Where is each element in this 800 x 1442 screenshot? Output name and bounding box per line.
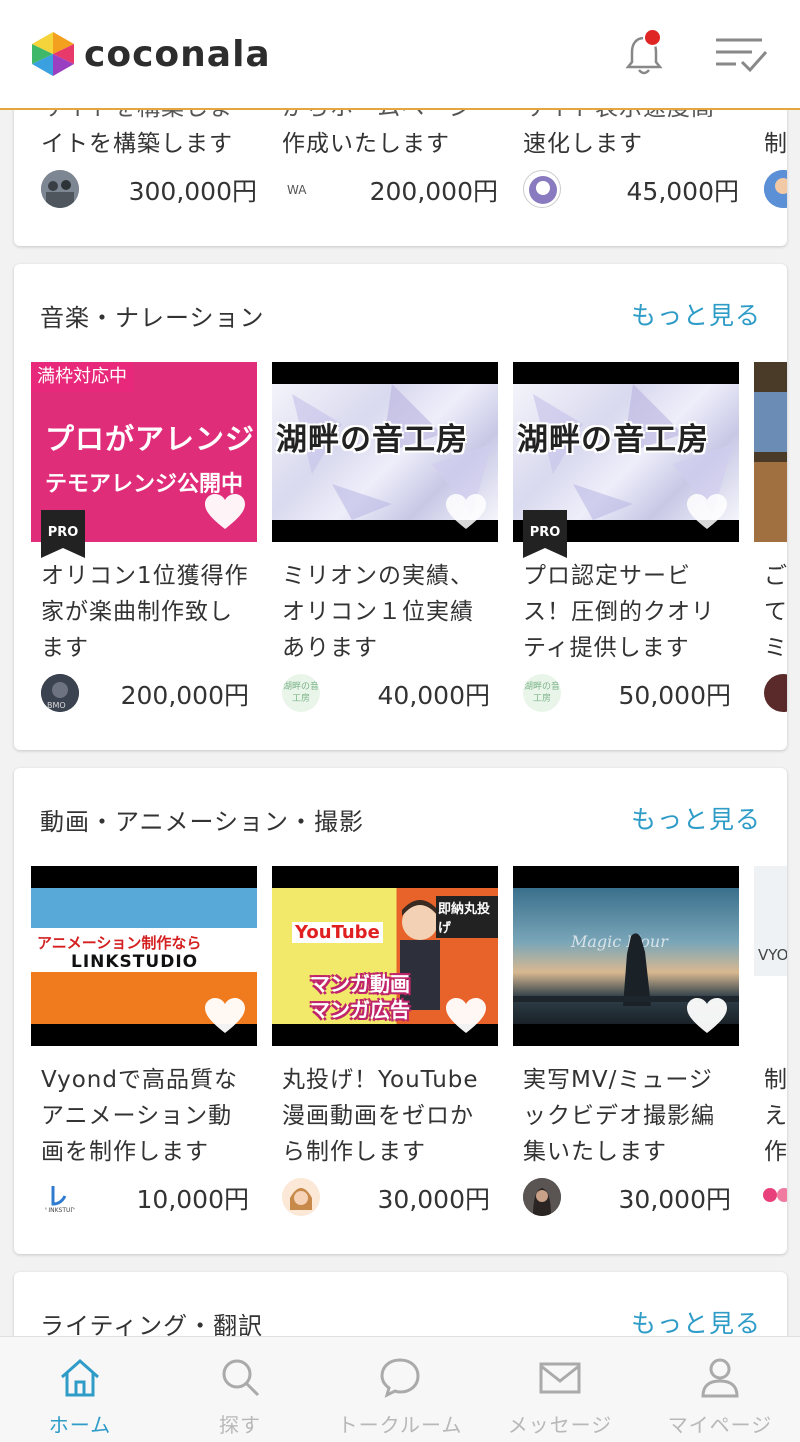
item-title: ミリオンの実績、オリコン１位実績あります [282,563,474,661]
item-title: オリコン1位獲得作家が楽曲制作致します [41,563,249,661]
item-price: 50,000円 [618,681,731,710]
youtube-logo-text: YouTube [292,922,383,943]
nav-talkroom[interactable]: トークルーム [320,1337,480,1442]
svg-text:PRO: PRO [530,525,561,540]
section-title: 音楽・ナレーション [40,304,265,332]
see-more-link[interactable]: もっと見る [631,296,761,332]
task-list-icon[interactable] [712,32,768,76]
thumbnail-headline: プロがアレンジ [45,422,256,456]
service-thumbnail[interactable]: 湖畔の音工房 [272,362,498,542]
avatar[interactable] [523,170,561,208]
nav-label: ホーム [48,1413,112,1437]
favorite-heart-icon[interactable] [444,996,488,1036]
item-price: 10,000円 [136,1185,249,1214]
svg-text:PRO: PRO [48,525,79,540]
favorite-heart-icon[interactable] [685,996,729,1036]
nav-label: メッセージ [507,1413,613,1437]
avatar[interactable]: LINKSTUDIO [41,1178,79,1216]
svg-text:LINKSTUDIO: LINKSTUDIO [45,1207,79,1214]
service-thumbnail[interactable] [754,362,787,542]
pro-badge-icon: PRO [41,510,85,558]
item-price: 30,000円 [618,1185,731,1214]
nav-mypage[interactable]: マイページ [640,1337,800,1442]
service-thumbnail[interactable]: Magic Hour [513,866,739,1046]
person-icon [701,1358,739,1398]
nav-label: 探す [219,1413,261,1437]
item-price: 45,000円 [626,177,739,206]
item-price: 40,000円 [377,681,490,710]
availability-ribbon: 満枠対応中 [31,362,133,392]
see-more-link[interactable]: もっと見る [631,800,761,836]
bottom-navigation: ホーム 探す トークルーム メッセージ マイページ [0,1336,800,1442]
avatar[interactable] [764,170,787,208]
avatar[interactable]: BMO [41,674,79,712]
thumbnail-headline: 湖畔の音工房 [517,422,709,458]
section-card-music: 音楽・ナレーション もっと見る 満枠対応中 プロがアレンジ テモアレンジ公開中 … [14,264,787,750]
service-thumbnail[interactable]: アニメーション制作なら LINKSTUDIO [31,866,257,1046]
main-content[interactable]: サイトを構築します イトを構築します 300,000円 からホームページ 作成い… [0,0,800,1442]
avatar-text: 湖畔の音工房 [282,682,319,704]
nav-label: トークルーム [337,1413,463,1437]
item-price: 200,000円 [120,681,249,710]
logo-text: coconala [84,33,271,75]
mail-icon [539,1362,581,1394]
thumbnail-badge: 即納丸投げ [436,896,498,938]
thumbnail-subline: マンガ動画 [310,972,410,996]
chat-bubble-icon [380,1358,420,1398]
nav-label: マイページ [667,1413,773,1437]
item-title: Vyondで高品質なアニメーション動画を制作します [41,1067,238,1165]
item-title: 丸投げ！YouTube漫画動画をゼロから制作します [282,1067,479,1165]
avatar[interactable] [41,170,79,208]
thumbnail-headline: VYO [758,946,787,964]
home-icon [61,1358,99,1397]
notification-badge [643,28,662,47]
thumbnail-headline: 湖畔の音工房 [276,422,468,458]
service-thumbnail[interactable]: VYO [754,866,787,1046]
thumbnail-headline: アニメーション制作なら [37,934,202,952]
avatar[interactable]: 湖畔の音工房 [282,674,320,712]
linkstudio-logo-icon: LINKSTUDIO [45,1186,79,1214]
favorite-heart-icon[interactable] [203,492,247,532]
nav-messages[interactable]: メッセージ [480,1337,640,1442]
item-title: 実写MV/ミュージックビデオ撮影編集いたします [523,1067,715,1165]
item-title-line: 速化します [523,131,643,157]
avatar[interactable]: WA [282,170,320,208]
avatar[interactable]: 湖畔の音工房 [523,674,561,712]
item-title: ごてミ [764,563,787,661]
avatar[interactable] [762,1184,787,1206]
item-title: プロ認定サービス！圧倒的クオリティ提供します [523,563,715,661]
thumbnail-subline-2: マンガ広告 [310,998,410,1022]
item-price: 30,000円 [377,1185,490,1214]
item-price: 200,000円 [369,177,498,206]
avatar[interactable] [282,1178,320,1216]
favorite-heart-icon[interactable] [444,492,488,532]
avatar-text: 湖畔の音工房 [523,682,560,704]
svg-text:BMO: BMO [47,701,66,710]
section-title: 動画・アニメーション・撮影 [40,808,365,836]
item-title-line: 制 [764,131,787,157]
avatar[interactable] [523,1178,561,1216]
section-card-video: 動画・アニメーション・撮影 もっと見る アニメーション制作なら LINKSTUD… [14,768,787,1254]
coconala-logo-icon [32,32,74,76]
thumbnail-subline: LINKSTUDIO [71,952,199,972]
nav-search[interactable]: 探す [160,1337,320,1442]
favorite-heart-icon[interactable] [203,996,247,1036]
item-title-line: 作成いたします [282,131,450,157]
svg-text:WA: WA [287,183,307,197]
item-price: 300,000円 [128,177,257,206]
see-more-link[interactable]: もっと見る [631,1304,761,1340]
app-header: coconala [0,0,800,110]
search-icon [222,1359,260,1397]
coconala-logo[interactable]: coconala [32,30,271,78]
avatar[interactable] [764,674,787,712]
favorite-heart-icon[interactable] [685,492,729,532]
pro-badge-icon: PRO [523,510,567,558]
service-thumbnail[interactable]: YouTube 即納丸投げ マンガ動画 マンガ広告 [272,866,498,1046]
item-title: 制え作 [764,1067,787,1165]
nav-home[interactable]: ホーム [0,1337,160,1442]
item-title-line: イトを構築します [41,131,233,157]
